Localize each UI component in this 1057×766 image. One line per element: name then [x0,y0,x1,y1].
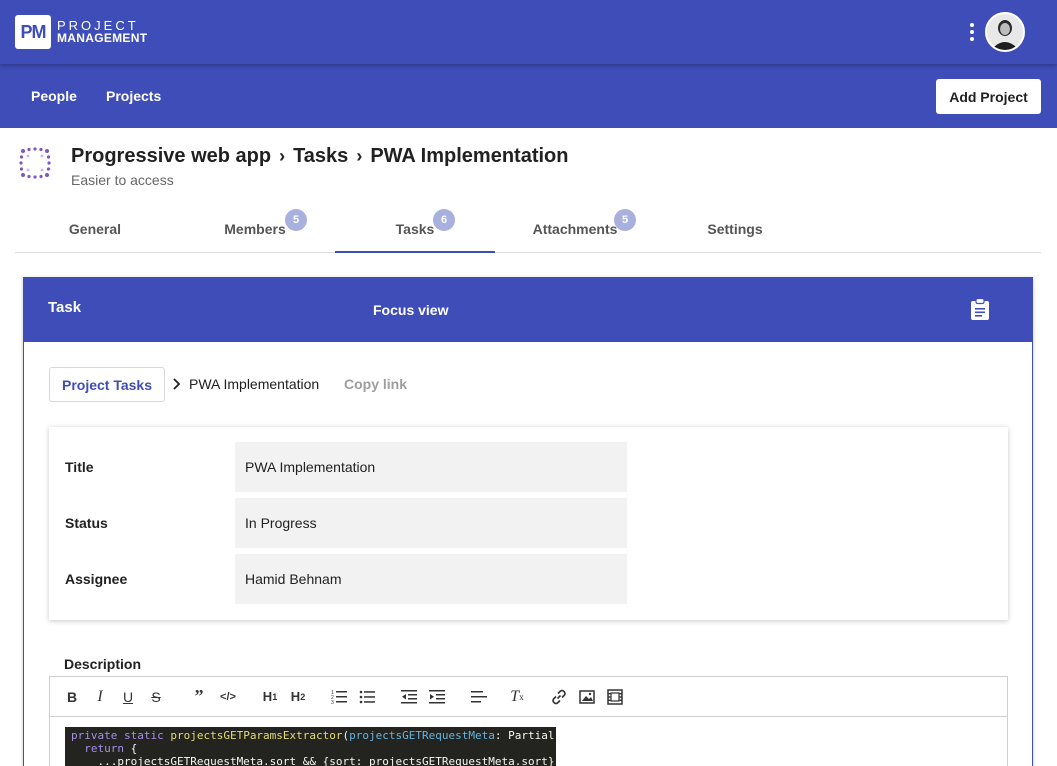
logo-mark: PM [15,15,51,49]
code-function: projectsGETParamsExtractor [170,729,343,742]
ordered-list-icon[interactable]: 1 2 3 [331,687,347,707]
code-icon[interactable]: </> [219,687,237,707]
app-bar: PM PROJECT MANAGEMENT [0,0,1057,64]
indent-icon[interactable] [429,687,445,707]
tab-label: Settings [707,221,763,237]
add-project-button[interactable]: Add Project [936,79,1041,114]
copy-link-button[interactable]: Copy link [344,376,407,392]
app-logo[interactable]: PM PROJECT MANAGEMENT [15,15,147,49]
blockquote-icon[interactable]: ” [191,686,207,707]
more-menu-icon[interactable] [964,20,980,44]
assignee-row: Assignee Hamid Behnam [49,554,1008,604]
tab-members[interactable]: Members [175,200,335,253]
tab-tasks[interactable]: Tasks [335,200,495,253]
card-title: Task [48,299,82,316]
clear-format-icon[interactable]: Tx [509,687,525,707]
title-field[interactable]: PWA Implementation [235,442,627,492]
logo-line2: MANAGEMENT [57,31,148,45]
description-editor[interactable]: private static projectsGETParamsExtracto… [49,716,1008,766]
title-label: Title [65,459,94,475]
tab-settings[interactable]: Settings [655,200,815,253]
avatar-portrait-icon [987,14,1023,50]
editor-toolbar: B I U S ” </> H1 H2 1 2 3 Tx [49,676,1008,717]
tab-label: Members [224,221,286,237]
code-keyword: private static [71,729,171,742]
code-keyword: return [71,742,124,755]
bullet-list-icon[interactable] [359,687,375,707]
project-icon [19,147,51,179]
section-name[interactable]: Tasks [293,145,348,168]
heading2-icon[interactable]: H2 [289,687,307,707]
underline-icon[interactable]: U [120,687,136,707]
tab-label: Attachments [532,221,618,237]
chevron-right-icon: › [279,146,286,166]
tab-label: General [68,221,122,237]
task-card: Task Focus view Project Tasks PWA Implem… [23,277,1033,766]
align-icon[interactable] [471,687,487,707]
tasks-count-badge: 6 [433,209,455,231]
bold-icon[interactable]: B [64,687,80,707]
heading1-icon[interactable]: H1 [261,687,279,707]
tab-label: Tasks [395,221,435,237]
assignee-label: Assignee [65,571,128,587]
task-name: PWA Implementation [370,145,569,167]
nav-people[interactable]: People [31,88,77,104]
title-row: Title PWA Implementation [49,442,1008,492]
task-info-panel: Title PWA Implementation Status In Progr… [49,427,1008,620]
breadcrumb-current-task: PWA Implementation [189,376,320,392]
code-text: ...projectsGETRequestMeta.sort && {sort:… [71,755,555,766]
strikethrough-icon[interactable]: S [148,687,164,707]
page-title: Progressive web app › Tasks › PWA Implem… [71,145,568,168]
outdent-icon[interactable] [401,687,417,707]
chevron-right-icon [173,378,181,390]
members-count-badge: 5 [285,209,307,231]
image-icon[interactable] [579,687,595,707]
italic-icon[interactable]: I [92,687,108,707]
task-card-header: Task Focus view [24,277,1032,342]
chevron-right-icon: › [356,146,363,166]
project-tabs: General Members 5 Tasks 6 Attachments 5 … [15,200,1041,253]
code-block[interactable]: private static projectsGETParamsExtracto… [65,727,556,766]
status-label: Status [65,515,108,531]
status-field[interactable]: In Progress [235,498,627,548]
logo-text: PROJECT MANAGEMENT [57,19,147,45]
project-tasks-button[interactable]: Project Tasks [49,367,165,402]
status-row: Status In Progress [49,498,1008,548]
clipboard-icon[interactable] [970,298,990,320]
tab-general[interactable]: General [15,200,175,253]
svg-text:3: 3 [331,700,334,706]
link-icon[interactable] [551,687,567,707]
nav-projects[interactable]: Projects [106,88,161,104]
description-label: Description [64,656,142,672]
project-subtitle: Easier to access [71,172,174,188]
focus-view-button[interactable]: Focus view [373,302,448,318]
secondary-nav: People Projects [0,64,1057,128]
attachments-count-badge: 5 [614,209,636,231]
code-text: : Partial [494,729,555,742]
video-icon[interactable] [607,687,623,707]
user-avatar[interactable] [985,12,1025,52]
project-name[interactable]: Progressive web app [71,145,271,168]
code-param: projectsGETRequestMeta [349,729,495,742]
assignee-field[interactable]: Hamid Behnam [235,554,627,604]
code-text: { [123,742,138,755]
